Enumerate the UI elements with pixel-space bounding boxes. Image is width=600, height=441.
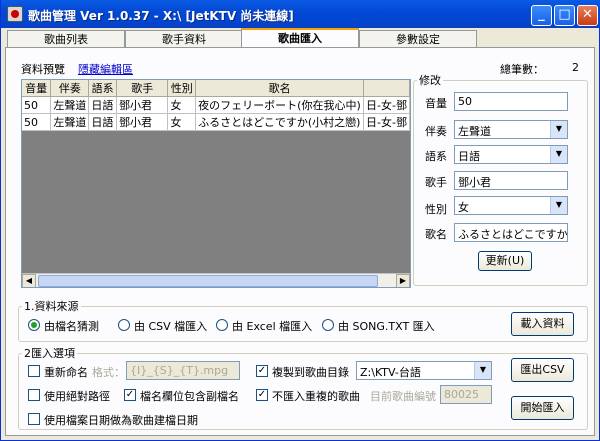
source-filename-label[interactable]: 由檔名猜測: [44, 318, 99, 334]
current-id-field[interactable]: 80025: [440, 385, 492, 404]
preview-label: 資料預覽: [21, 63, 65, 76]
gender-label: 性別: [425, 203, 447, 216]
column-header-accompaniment[interactable]: 伴奏: [50, 80, 90, 97]
rename-checkbox[interactable]: ✓: [28, 365, 40, 377]
cell-language[interactable]: 日語: [88, 96, 118, 114]
window-title: 歌曲管理 Ver 1.0.37 - X:\ [JetKTV 尚未連線]: [28, 9, 294, 23]
copy-to-dir-checkbox[interactable]: ✓: [256, 365, 268, 377]
source-excel-label[interactable]: 由 Excel 檔匯入: [232, 318, 312, 334]
source-songtxt-label[interactable]: 由 SONG.TXT 匯入: [338, 318, 435, 334]
skip-duplicates-checkbox[interactable]: ✓: [256, 389, 268, 401]
export-csv-button[interactable]: 匯出CSV: [511, 358, 574, 382]
relative-path-checkbox[interactable]: ✓: [28, 389, 40, 401]
column-header-extra[interactable]: [363, 80, 410, 97]
minimize-button[interactable]: _: [531, 5, 552, 26]
relative-path-label[interactable]: 使用絕對路徑: [44, 388, 110, 404]
cell-singer[interactable]: 鄧小君: [116, 113, 169, 131]
copy-to-dir-label[interactable]: 複製到歌曲目錄: [272, 364, 349, 380]
maximize-button[interactable]: □: [554, 5, 575, 26]
language-select[interactable]: 日語 ▼: [454, 145, 568, 164]
format-field[interactable]: {I}_{S}_{T}.mpg: [126, 361, 240, 380]
filename-sub-checkbox[interactable]: ✓: [124, 389, 136, 401]
cell-gender[interactable]: 女: [167, 113, 197, 131]
cell-volume[interactable]: 50: [22, 113, 52, 131]
source-filename-radio[interactable]: [28, 319, 40, 331]
close-button[interactable]: ✕: [577, 5, 598, 26]
file-date-checkbox[interactable]: ✓: [28, 413, 40, 425]
cell-volume[interactable]: 50: [22, 96, 52, 114]
title-bar[interactable]: 歌曲管理 Ver 1.0.37 - X:\ [JetKTV 尚未連線] _ □ …: [1, 0, 600, 28]
load-data-button[interactable]: 載入資料: [511, 312, 574, 336]
cell-language[interactable]: 日語: [88, 113, 118, 131]
checkmark-icon: ✓: [257, 365, 267, 376]
accompaniment-select-value: 左聲道: [458, 125, 491, 138]
tab-settings[interactable]: 參數設定: [359, 30, 477, 48]
preview-grid[interactable]: 音量 伴奏 語系 歌手 性別 歌名 50 左聲道 日語 鄧小君 女 夜のフェリー…: [21, 79, 411, 288]
update-button[interactable]: 更新(U): [478, 251, 532, 271]
chevron-down-icon[interactable]: ▼: [550, 121, 567, 138]
column-header-gender[interactable]: 性別: [167, 80, 197, 97]
gender-select[interactable]: 女 ▼: [454, 196, 568, 215]
table-row[interactable]: 50 左聲道 日語 鄧小君 女 ふるさとはどこですか(小村之戀) 日-女-鄧: [22, 113, 410, 131]
source-excel-radio[interactable]: [216, 319, 228, 331]
edit-group-legend: 修改: [419, 74, 441, 87]
column-header-singer[interactable]: 歌手: [116, 80, 169, 97]
current-id-label: 目前歌曲編號: [370, 390, 436, 403]
skip-duplicates-label[interactable]: 不匯入重複的歌曲: [272, 388, 360, 404]
import-options-legend: 2匯入選項: [24, 347, 75, 360]
language-select-value: 日語: [458, 150, 480, 163]
scroll-right-icon[interactable]: ▶: [396, 274, 410, 287]
accompaniment-label: 伴奏: [425, 125, 447, 138]
app-icon: [7, 6, 23, 22]
checkmark-icon: ✓: [125, 389, 135, 400]
tab-song-import[interactable]: 歌曲匯入: [241, 28, 359, 49]
copy-target-value: Z:\KTV-台語: [360, 366, 421, 379]
source-csv-radio[interactable]: [118, 319, 130, 331]
checkmark-icon: ✓: [257, 389, 267, 400]
cell-accompaniment[interactable]: 左聲道: [50, 96, 90, 114]
chevron-down-icon[interactable]: ▼: [474, 362, 491, 379]
tab-singer-data[interactable]: 歌手資料: [125, 30, 243, 48]
column-header-language[interactable]: 語系: [88, 80, 118, 97]
scroll-left-icon[interactable]: ◀: [22, 274, 36, 287]
source-songtxt-radio[interactable]: [322, 319, 334, 331]
cell-accompaniment[interactable]: 左聲道: [50, 113, 90, 131]
cell-singer[interactable]: 鄧小君: [116, 96, 169, 114]
singer-label: 歌手: [425, 176, 447, 189]
accompaniment-select[interactable]: 左聲道 ▼: [454, 120, 568, 139]
grid-header-row: 音量 伴奏 語系 歌手 性別 歌名: [22, 80, 410, 97]
cell-gender[interactable]: 女: [167, 96, 197, 114]
filename-sub-label[interactable]: 檔名欄位包含副檔名: [140, 388, 239, 404]
hide-edit-link[interactable]: 隱藏編輯區: [78, 61, 133, 77]
tab-song-list[interactable]: 歌曲列表: [7, 30, 125, 48]
cell-song-name[interactable]: 夜のフェリーボート(你在我心中): [195, 96, 365, 114]
singer-field[interactable]: 鄧小君: [454, 171, 568, 190]
cell-extra[interactable]: 日-女-鄧: [363, 96, 410, 114]
song-name-field[interactable]: ふるさとはどこですか: [454, 223, 568, 242]
copy-target-select[interactable]: Z:\KTV-台語 ▼: [356, 361, 492, 380]
import-panel: 資料預覽 隱藏編輯區 總筆數： 2 音量 伴奏 語系 歌手 性別 歌名 50 左…: [5, 47, 595, 436]
app-window: 歌曲管理 Ver 1.0.37 - X:\ [JetKTV 尚未連線] _ □ …: [0, 0, 600, 441]
table-row[interactable]: 50 左聲道 日語 鄧小君 女 夜のフェリーボート(你在我心中) 日-女-鄧: [22, 96, 410, 114]
chevron-down-icon[interactable]: ▼: [550, 197, 567, 214]
column-header-song-name[interactable]: 歌名: [195, 80, 365, 97]
cell-song-name[interactable]: ふるさとはどこですか(小村之戀): [195, 113, 365, 131]
column-header-volume[interactable]: 音量: [22, 80, 52, 97]
cell-extra[interactable]: 日-女-鄧: [363, 113, 410, 131]
format-label: 格式：: [92, 366, 125, 379]
source-csv-label[interactable]: 由 CSV 檔匯入: [134, 318, 207, 334]
gender-select-value: 女: [458, 201, 469, 214]
chevron-down-icon[interactable]: ▼: [550, 146, 567, 163]
rename-label[interactable]: 重新命名: [44, 364, 88, 380]
song-name-label: 歌名: [425, 228, 447, 241]
volume-field[interactable]: 50: [454, 92, 568, 111]
start-import-button[interactable]: 開始匯入: [511, 396, 574, 420]
file-date-label[interactable]: 使用檔案日期做為歌曲建檔日期: [44, 412, 198, 428]
horizontal-scrollbar[interactable]: ◀ ▶: [22, 273, 410, 287]
volume-label: 音量: [425, 97, 447, 110]
language-label: 語系: [425, 150, 447, 163]
scroll-thumb[interactable]: [38, 275, 378, 287]
data-source-legend: 1.資料來源: [24, 300, 79, 313]
